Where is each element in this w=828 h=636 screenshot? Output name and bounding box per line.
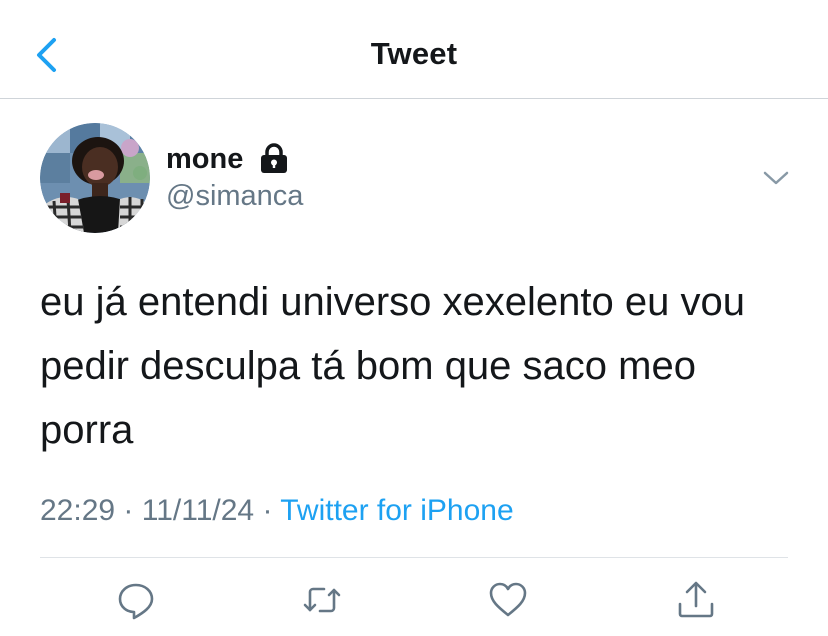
meta-separator: ·	[123, 494, 134, 527]
author-name-row: mone	[166, 140, 289, 178]
share-icon	[678, 581, 714, 618]
author-display-name[interactable]: mone	[166, 143, 243, 176]
heart-icon	[489, 582, 527, 617]
avatar-image	[40, 123, 150, 233]
divider	[40, 557, 788, 558]
more-options-button[interactable]	[760, 166, 792, 190]
tweet-time: 22:29	[40, 494, 116, 527]
retweet-icon	[303, 587, 341, 613]
chevron-down-icon	[763, 171, 789, 185]
lock-icon	[259, 143, 289, 175]
author-handle[interactable]: @simanca	[166, 180, 303, 213]
reply-icon	[118, 583, 154, 620]
tweet-source-link[interactable]: Twitter for iPhone	[280, 494, 513, 527]
reply-button[interactable]	[116, 580, 156, 620]
tweet-date: 11/11/24	[141, 494, 255, 527]
tweet-text: eu já entendi universo xexelento eu vou …	[40, 280, 745, 452]
share-button[interactable]	[676, 580, 716, 620]
meta-separator: ·	[262, 494, 273, 527]
avatar[interactable]	[40, 123, 150, 233]
tweet-meta: 22:29 · 11/11/24 · Twitter for iPhone	[40, 494, 514, 528]
like-button[interactable]	[488, 580, 528, 620]
retweet-button[interactable]	[302, 580, 342, 620]
navigation-header: Tweet	[0, 0, 828, 99]
page-title: Tweet	[370, 36, 458, 71]
